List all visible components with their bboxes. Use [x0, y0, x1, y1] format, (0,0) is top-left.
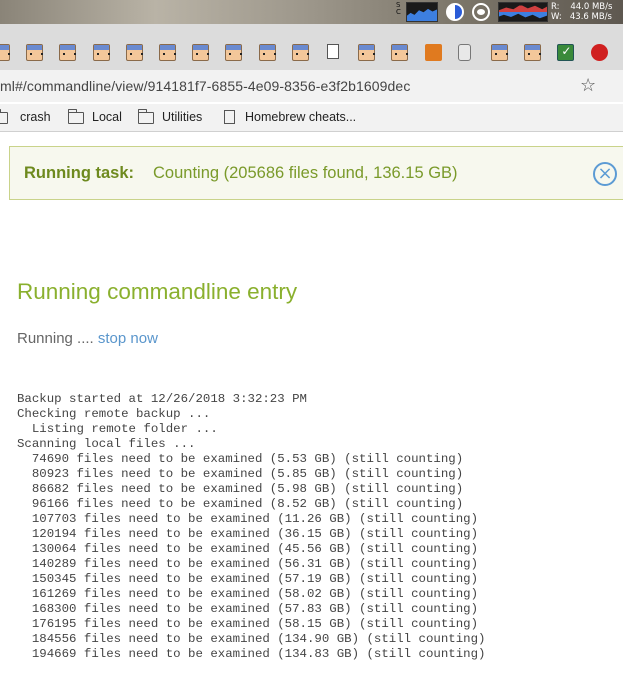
page-icon — [224, 110, 235, 124]
log-line: 130064 files need to be examined (45.56 … — [17, 542, 479, 556]
log-line: 150345 files need to be examined (57.19 … — [17, 572, 479, 586]
page-title: Running commandline entry — [17, 279, 298, 304]
tab-cube-icon[interactable] — [424, 44, 442, 61]
tab-face-icon[interactable] — [258, 44, 276, 61]
log-line: 194669 files need to be examined (134.83… — [17, 647, 486, 661]
browser-toolbar: ml#/commandline/view/914181f7-6855-4e09-… — [0, 70, 623, 102]
network-speed[interactable]: R: 44.0 MB/s W: 43.6 MB/s — [551, 2, 623, 22]
log-line: Listing remote folder ... — [17, 422, 218, 436]
running-text: Running .... — [17, 330, 98, 347]
log-line: 120194 files need to be examined (36.15 … — [17, 527, 479, 541]
tab-face-icon[interactable] — [225, 44, 243, 61]
sc-label: SC — [396, 1, 401, 16]
log-line: 107703 files need to be examined (11.26 … — [17, 512, 479, 526]
eye-icon[interactable] — [472, 3, 490, 21]
command-output: Backup started at 12/26/2018 3:32:23 PM C… — [17, 392, 485, 662]
bookmarks-bar: crash Local Utilities Homebrew cheats... — [0, 104, 623, 132]
log-line: 161269 files need to be examined (58.02 … — [17, 587, 479, 601]
folder-icon — [67, 109, 84, 124]
running-status: Running .... stop now — [17, 330, 158, 347]
bookmark-utilities[interactable]: Utilities — [137, 109, 212, 126]
log-line: 96166 files need to be examined (8.52 GB… — [17, 497, 464, 511]
tab-face-icon[interactable] — [92, 44, 110, 61]
net-read-label: R: — [551, 2, 560, 12]
running-task-banner: Running task: Counting (205686 files fou… — [9, 146, 623, 200]
tab-doc-icon[interactable] — [327, 44, 339, 59]
tab-phone-icon[interactable] — [457, 44, 471, 61]
tab-face-icon[interactable] — [524, 44, 542, 61]
close-icon: × — [597, 163, 613, 184]
bookmark-star-icon[interactable]: ☆ — [580, 75, 596, 96]
net-read-value: 44.0 MB/s — [570, 2, 613, 12]
bookmark-local[interactable]: Local — [67, 109, 130, 126]
tab-face-icon[interactable] — [358, 44, 376, 61]
bookmark-label: Utilities — [162, 110, 203, 124]
bookmark-label: Homebrew cheats... — [245, 110, 357, 124]
stop-now-link[interactable]: stop now — [98, 330, 158, 347]
tab-face-icon[interactable] — [192, 44, 210, 61]
log-line: 176195 files need to be examined (58.15 … — [17, 617, 479, 631]
task-status: Counting (205686 files found, 136.15 GB) — [153, 164, 458, 182]
tab-face-icon[interactable] — [391, 44, 409, 61]
log-line: 80923 files need to be examined (5.85 GB… — [17, 467, 464, 481]
folder-icon — [137, 109, 154, 124]
net-write-label: W: — [551, 12, 562, 22]
bookmark-homebrew[interactable]: Homebrew cheats... — [224, 110, 364, 126]
task-label: Running task: — [24, 164, 134, 182]
net-write-value: 43.6 MB/s — [569, 12, 612, 22]
tab-face-icon[interactable] — [491, 44, 508, 61]
address-bar[interactable]: ml#/commandline/view/914181f7-6855-4e09-… — [0, 78, 410, 94]
tab-face-icon[interactable] — [26, 44, 44, 61]
log-line: 74690 files need to be examined (5.53 GB… — [17, 452, 464, 466]
tab-face-icon[interactable] — [159, 44, 176, 61]
bookmark-crash[interactable]: crash — [0, 109, 60, 126]
tab-red-icon[interactable] — [590, 44, 608, 61]
log-line: 168300 files need to be examined (57.83 … — [17, 602, 479, 616]
cpu-graph-icon[interactable] — [406, 2, 438, 22]
log-line: Checking remote backup ... — [17, 407, 211, 421]
menu-bar: SC R: 44.0 MB/s W: 43.6 MB/s — [0, 0, 623, 24]
bookmark-label: Local — [92, 110, 122, 124]
network-graph-icon[interactable] — [498, 2, 548, 22]
tab-face-icon[interactable] — [0, 44, 10, 61]
log-line: 86682 files need to be examined (5.98 GB… — [17, 482, 464, 496]
pie-status-icon[interactable] — [446, 3, 464, 21]
tab-face-icon[interactable] — [59, 44, 77, 61]
tab-check-icon[interactable] — [557, 44, 575, 61]
folder-icon — [0, 109, 8, 124]
close-task-button[interactable]: × — [593, 162, 617, 186]
tab-face-icon[interactable] — [125, 44, 143, 61]
log-line: 140289 files need to be examined (56.31 … — [17, 557, 479, 571]
log-line: Scanning local files ... — [17, 437, 196, 451]
log-line: 184556 files need to be examined (134.90… — [17, 632, 486, 646]
tab-face-icon[interactable] — [291, 44, 309, 61]
bookmark-label: crash — [20, 110, 51, 124]
log-line: Backup started at 12/26/2018 3:32:23 PM — [17, 392, 307, 406]
